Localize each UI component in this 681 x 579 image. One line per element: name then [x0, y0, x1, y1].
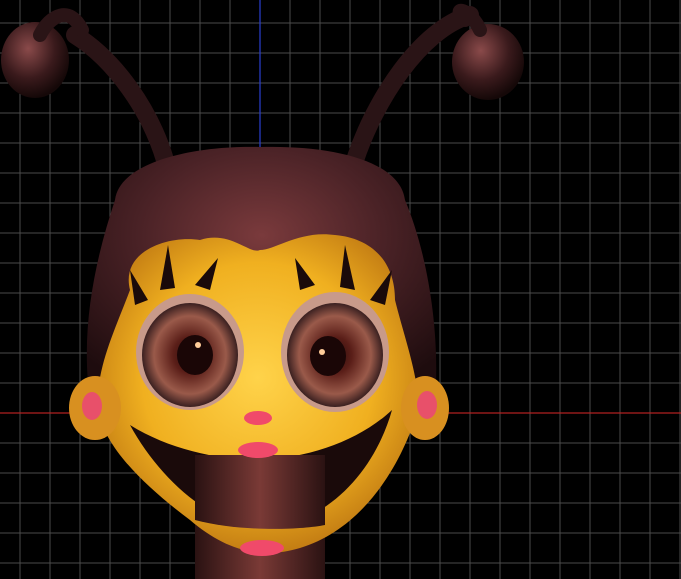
- antennae: [1, 3, 524, 169]
- right-cheek: [417, 391, 437, 419]
- right-antenna: [346, 6, 479, 169]
- 3d-viewport[interactable]: [0, 0, 681, 579]
- upper-lip: [238, 442, 278, 458]
- left-antenna: [66, 26, 174, 169]
- neck-inside-mouth: [195, 455, 325, 529]
- nose: [244, 411, 272, 425]
- render-scene: [0, 0, 681, 579]
- left-cheek: [82, 392, 102, 420]
- left-eye: [136, 294, 244, 410]
- left-antenna-tip: [33, 8, 89, 42]
- right-antenna-ball: [452, 24, 524, 100]
- right-eye: [281, 292, 389, 412]
- lower-lip: [240, 540, 284, 556]
